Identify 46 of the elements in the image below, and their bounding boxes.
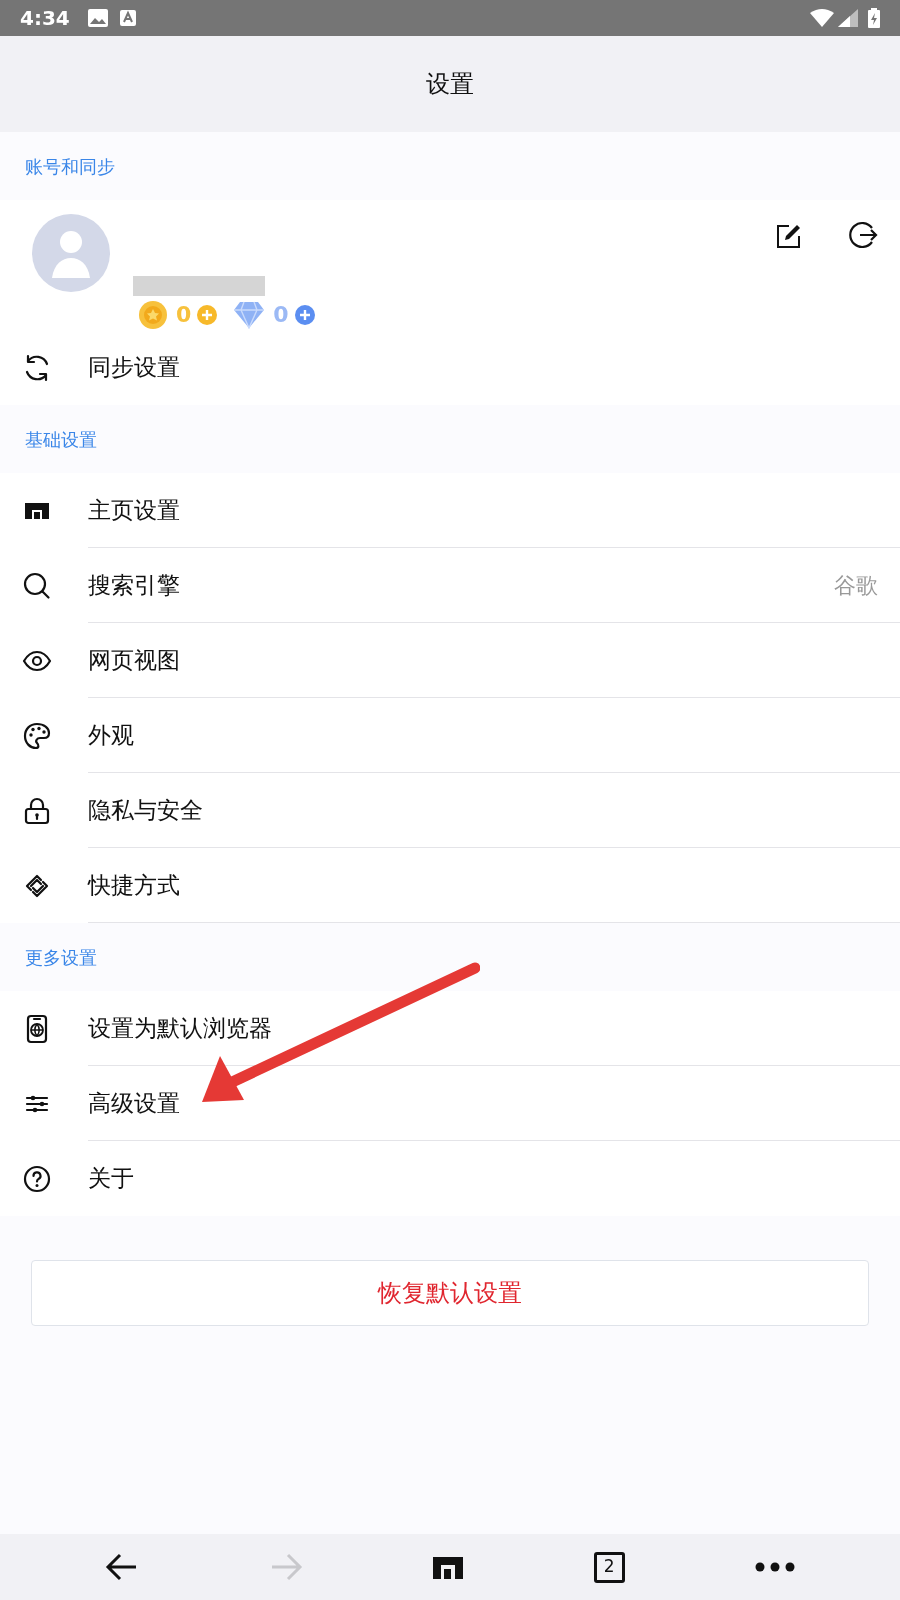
row-label: 外观 xyxy=(88,720,135,750)
row-label: 快捷方式 xyxy=(88,870,181,900)
edit-icon[interactable] xyxy=(774,222,802,250)
settings-row[interactable]: 同步设置 xyxy=(0,330,900,405)
row-label: 搜索引擎 xyxy=(88,570,181,600)
palette-icon xyxy=(22,720,52,751)
logout-icon[interactable] xyxy=(848,220,878,250)
battery-icon xyxy=(868,8,880,28)
row-label: 隐私与安全 xyxy=(88,795,204,825)
section-header: 更多设置 xyxy=(25,945,97,970)
section-header: 基础设置 xyxy=(25,427,97,452)
row-label: 设置为默认浏览器 xyxy=(88,1013,273,1043)
signal-icon xyxy=(838,9,858,27)
page-title: 设置 xyxy=(426,69,474,100)
settings-row[interactable]: 外观 xyxy=(0,698,900,773)
menu-icon[interactable] xyxy=(754,1562,795,1572)
image-icon xyxy=(87,9,108,27)
coin-icon xyxy=(138,299,168,330)
lock-icon xyxy=(22,795,52,826)
text-app-icon xyxy=(119,10,136,26)
settings-row[interactable]: 搜索引擎 谷歌 xyxy=(0,548,900,623)
settings-row[interactable]: 快捷方式 xyxy=(0,848,900,923)
settings-row[interactable]: 高级设置 xyxy=(0,1066,900,1141)
section-header: 账号和同步 xyxy=(25,154,115,179)
wifi-icon xyxy=(810,9,834,27)
row-label: 主页设置 xyxy=(88,495,181,525)
status-time: 4:34 xyxy=(20,5,70,32)
diamond-count: 0 xyxy=(273,301,289,329)
tab-count-button[interactable]: 2 xyxy=(593,1551,625,1583)
row-label: 同步设置 xyxy=(88,353,181,383)
row-label: 网页视图 xyxy=(88,645,181,675)
row-value: 谷歌 xyxy=(834,571,878,600)
settings-row[interactable]: 网页视图 xyxy=(0,623,900,698)
settings-row[interactable]: 设置为默认浏览器 xyxy=(0,991,900,1066)
settings-row[interactable]: 隐私与安全 xyxy=(0,773,900,848)
settings-row[interactable]: 主页设置 xyxy=(0,473,900,548)
search-icon xyxy=(22,570,52,601)
row-label: 高级设置 xyxy=(88,1088,181,1118)
reset-button[interactable]: 恢复默认设置 xyxy=(31,1260,869,1326)
row-label: 关于 xyxy=(88,1164,135,1194)
home-icon[interactable] xyxy=(433,1555,464,1579)
help-icon xyxy=(22,1163,52,1194)
coin-count: 0 xyxy=(176,301,192,329)
add-diamonds-icon[interactable] xyxy=(294,304,315,325)
settings-row[interactable]: 关于 xyxy=(0,1141,900,1216)
diamond-icon xyxy=(233,300,266,329)
